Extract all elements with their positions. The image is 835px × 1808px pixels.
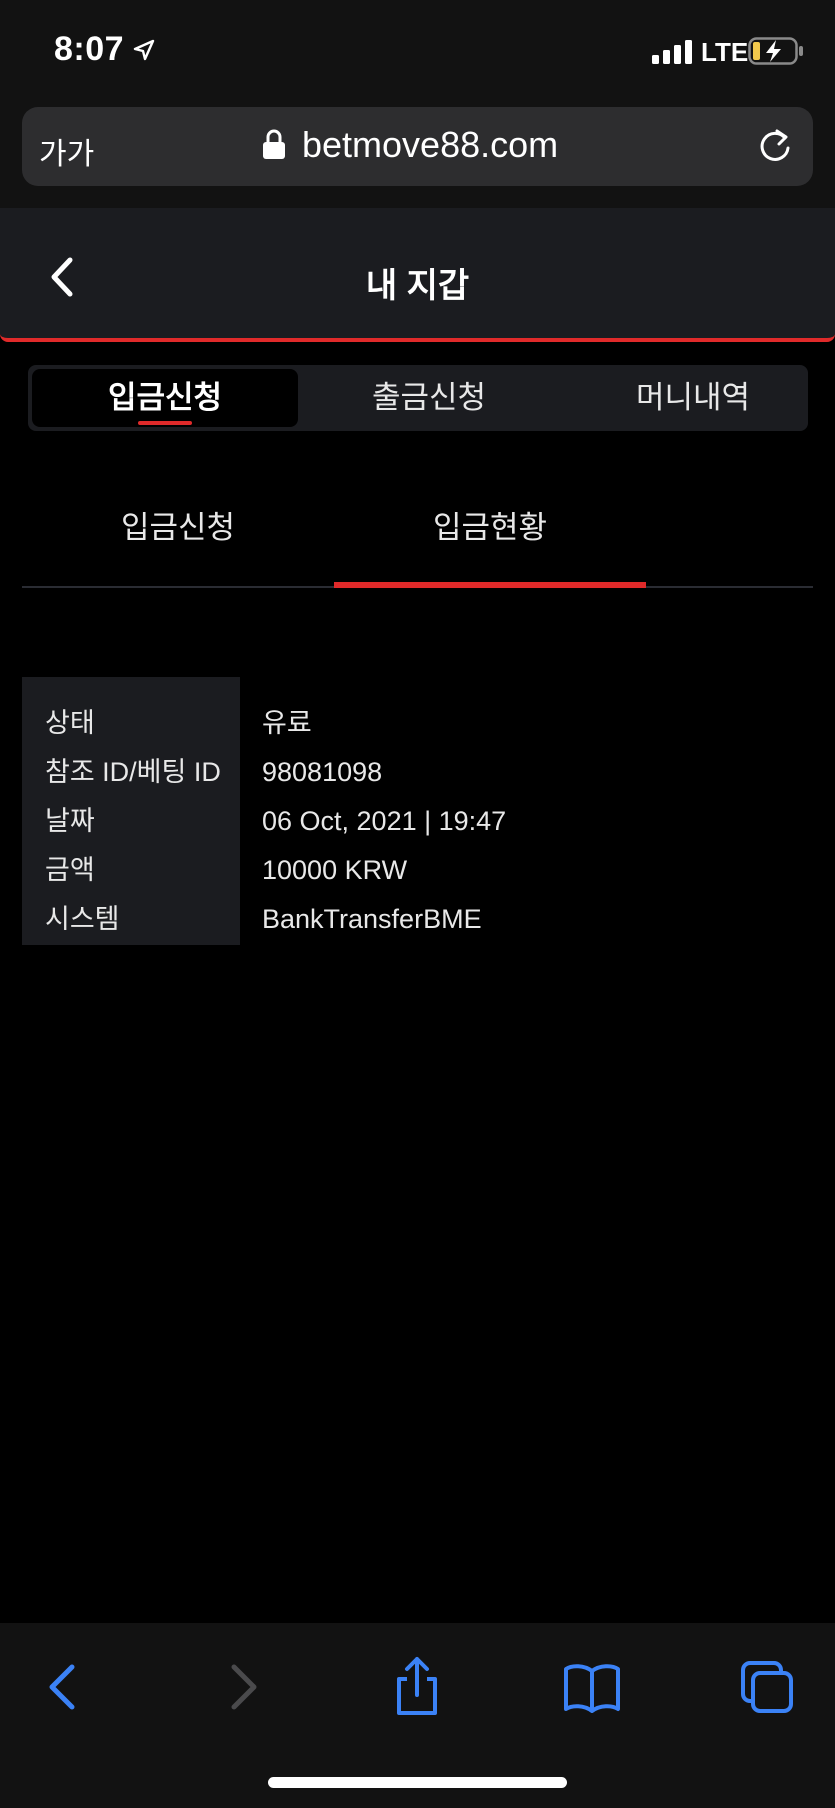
detail-value-status: 유료 [262, 708, 312, 738]
home-indicator [268, 1777, 567, 1788]
tab-label: 머니내역 [635, 380, 751, 415]
tab-label: 출금신청 [371, 380, 487, 415]
tab-label: 입금신청 [107, 380, 223, 415]
detail-label-status: 상태 [45, 708, 95, 738]
browser-address-area: 가가 betmove88.com [0, 100, 835, 208]
text-size-button[interactable]: 가가 [39, 129, 94, 173]
deposit-detail-table: 상태 유료 참조 ID/베팅 ID 98081098 날짜 06 Oct, 20… [22, 677, 813, 945]
url-text[interactable]: betmove88.com [302, 124, 558, 166]
battery-charging-icon [748, 37, 803, 65]
address-bar[interactable]: 가가 betmove88.com [22, 107, 813, 186]
tab-money-history[interactable]: 머니내역 [560, 369, 826, 427]
detail-value-system: BankTransferBME [262, 904, 482, 934]
browser-back-icon[interactable] [32, 1655, 96, 1719]
detail-label-system: 시스템 [45, 904, 120, 934]
tab-withdraw-request[interactable]: 출금신청 [296, 369, 562, 427]
bookmarks-icon[interactable] [560, 1655, 624, 1719]
sub-tabs: 입금신청 입금현황 [22, 490, 813, 588]
network-type: LTE [701, 37, 749, 67]
cellular-signal-icon [652, 40, 692, 64]
browser-forward-icon[interactable] [210, 1655, 274, 1719]
detail-label-date: 날짜 [45, 806, 95, 836]
subtab-deposit-status[interactable]: 입금현황 [334, 502, 646, 547]
lock-icon [263, 129, 285, 159]
detail-label-amount: 금액 [45, 855, 95, 885]
active-tab-underline [138, 421, 192, 425]
page-title: 내 지갑 [365, 267, 470, 305]
detail-value-amount: 10000 KRW [262, 855, 408, 885]
reload-icon[interactable] [755, 126, 795, 166]
share-icon[interactable] [385, 1655, 449, 1719]
subtab-deposit-request[interactable]: 입금신청 [22, 502, 334, 547]
active-subtab-indicator [334, 582, 646, 588]
app-header: 내 지갑 [0, 208, 835, 342]
detail-value-reference-id: 98081098 [262, 757, 383, 787]
tabs-icon[interactable] [735, 1655, 799, 1719]
detail-value-date: 06 Oct, 2021 | 19:47 [262, 806, 507, 836]
status-time: 8:07 [54, 30, 125, 68]
detail-label-reference-id: 참조 ID/베팅 ID [45, 757, 221, 787]
tab-deposit-request[interactable]: 입금신청 [32, 369, 298, 427]
location-arrow-icon [133, 39, 155, 61]
main-tabs: 입금신청 출금신청 머니내역 [28, 365, 808, 431]
status-bar: 8:07 LTE [0, 0, 835, 100]
